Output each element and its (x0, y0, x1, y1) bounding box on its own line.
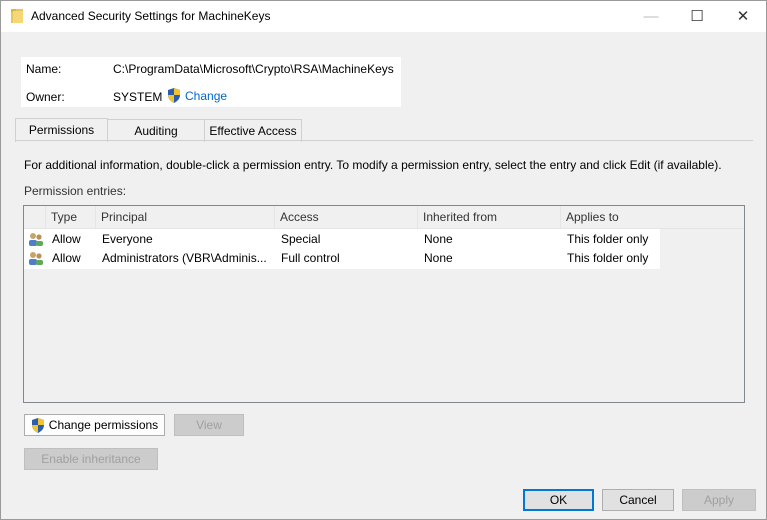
title-bar[interactable]: Advanced Security Settings for MachineKe… (1, 1, 766, 32)
window-title: Advanced Security Settings for MachineKe… (31, 9, 271, 23)
row-applies: This folder only (567, 232, 649, 246)
users-icon (29, 233, 43, 246)
tab-effective-access[interactable]: Effective Access (204, 119, 302, 142)
row-inherited: None (424, 251, 453, 265)
cancel-button[interactable]: Cancel (602, 489, 674, 511)
close-button[interactable]: ✕ (720, 1, 766, 32)
change-owner-link[interactable]: Change (167, 88, 227, 103)
name-value: C:\ProgramData\Microsoft\Crypto\RSA\Mach… (113, 62, 394, 76)
row-applies: This folder only (567, 251, 649, 265)
owner-value: SYSTEM (113, 90, 163, 104)
row-access: Special (281, 232, 321, 246)
permission-entries-label: Permission entries: (24, 184, 127, 198)
name-label: Name: (26, 62, 62, 76)
ok-button[interactable]: OK (523, 489, 594, 511)
permission-entries-list[interactable]: Type Principal Access Inherited from App… (23, 205, 745, 403)
change-permissions-label[interactable]: Change permissions (49, 415, 158, 435)
advanced-security-window: Advanced Security Settings for MachineKe… (0, 0, 767, 520)
owner-label: Owner: (26, 90, 65, 104)
object-info: Name: C:\ProgramData\Microsoft\Crypto\RS… (21, 57, 401, 107)
tab-divider (15, 140, 753, 141)
row-principal: Administrators (VBR\Adminis... (102, 251, 267, 265)
row-type: Allow (52, 251, 81, 265)
view-button[interactable]: View (174, 414, 244, 436)
change-owner-label[interactable]: Change (185, 89, 227, 103)
dialog-content: Name: C:\ProgramData\Microsoft\Crypto\RS… (1, 32, 766, 519)
users-icon (29, 252, 43, 265)
column-applies-to[interactable]: Applies to (561, 206, 744, 228)
list-header: Type Principal Access Inherited from App… (24, 206, 744, 229)
column-access[interactable]: Access (275, 206, 418, 228)
instructions-text: For additional information, double-click… (24, 158, 722, 172)
change-permissions-button[interactable]: Change permissions (24, 414, 165, 436)
maximize-button[interactable]: ☐ (674, 1, 720, 32)
row-type: Allow (52, 232, 81, 246)
column-principal[interactable]: Principal (96, 206, 275, 228)
row-access: Full control (281, 251, 340, 265)
tab-auditing[interactable]: Auditing (107, 119, 205, 142)
table-row[interactable]: Allow Everyone Special None This folder … (24, 230, 660, 249)
row-inherited: None (424, 232, 453, 246)
row-principal: Everyone (102, 232, 153, 246)
table-row[interactable]: Allow Administrators (VBR\Adminis... Ful… (24, 249, 660, 268)
enable-inheritance-button[interactable]: Enable inheritance (24, 448, 158, 470)
apply-button[interactable]: Apply (682, 489, 756, 511)
column-inherited-from[interactable]: Inherited from (418, 206, 561, 228)
uac-shield-icon (31, 417, 44, 433)
column-type[interactable]: Type (46, 206, 96, 228)
folder-icon (11, 9, 23, 23)
list-rows: Allow Everyone Special None This folder … (24, 229, 660, 269)
minimize-button[interactable]: — (628, 1, 674, 32)
column-icon[interactable] (24, 206, 46, 228)
tab-permissions[interactable]: Permissions (15, 118, 108, 142)
uac-shield-icon (168, 88, 180, 103)
